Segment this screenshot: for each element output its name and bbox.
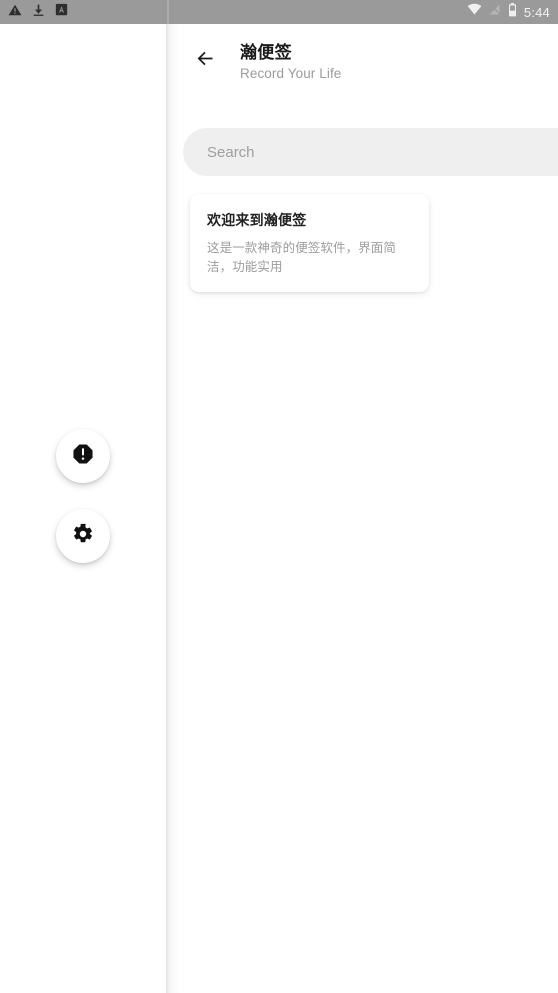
status-bar-seam	[167, 0, 169, 24]
battery-icon	[508, 2, 517, 22]
app-bar: 瀚便签 Record Your Life	[167, 24, 558, 98]
page-subtitle: Record Your Life	[240, 65, 342, 81]
note-body: 这是一款神奇的便签软件，界面简洁，功能实用	[207, 240, 397, 274]
status-bar-left-icons	[8, 3, 68, 22]
settings-fab[interactable]	[56, 509, 110, 563]
alert-fab[interactable]	[56, 429, 110, 483]
wifi-icon	[467, 3, 482, 21]
adb-icon	[55, 3, 68, 21]
arrow-left-icon	[195, 48, 216, 74]
alert-octagon-icon	[72, 443, 94, 470]
cellular-signal-icon	[489, 3, 501, 21]
search-bar	[183, 128, 558, 176]
panel-divider	[166, 24, 167, 993]
search-input[interactable]	[183, 128, 558, 176]
note-title: 欢迎来到瀚便签	[207, 212, 307, 228]
back-button[interactable]	[192, 48, 218, 74]
note-card[interactable]: 欢迎来到瀚便签 这是一款神奇的便签软件，界面简洁，功能实用	[190, 194, 429, 293]
download-icon	[32, 3, 45, 22]
status-bar-right-icons: 5:44	[467, 2, 550, 22]
warning-triangle-icon	[8, 3, 22, 22]
status-bar-clock: 5:44	[523, 4, 550, 20]
app-panel: 瀚便签 Record Your Life 欢迎来到瀚便签 这是一款神奇的便签软件…	[167, 24, 558, 993]
app-title-block: 瀚便签 Record Your Life	[240, 42, 341, 83]
gear-icon	[72, 523, 94, 550]
screen-root: 5:44 瀚便签 Record Your Life Search 欢迎来到瀚便签…	[0, 0, 558, 993]
status-bar: 5:44	[0, 0, 558, 24]
page-title: 瀚便签	[240, 42, 292, 62]
